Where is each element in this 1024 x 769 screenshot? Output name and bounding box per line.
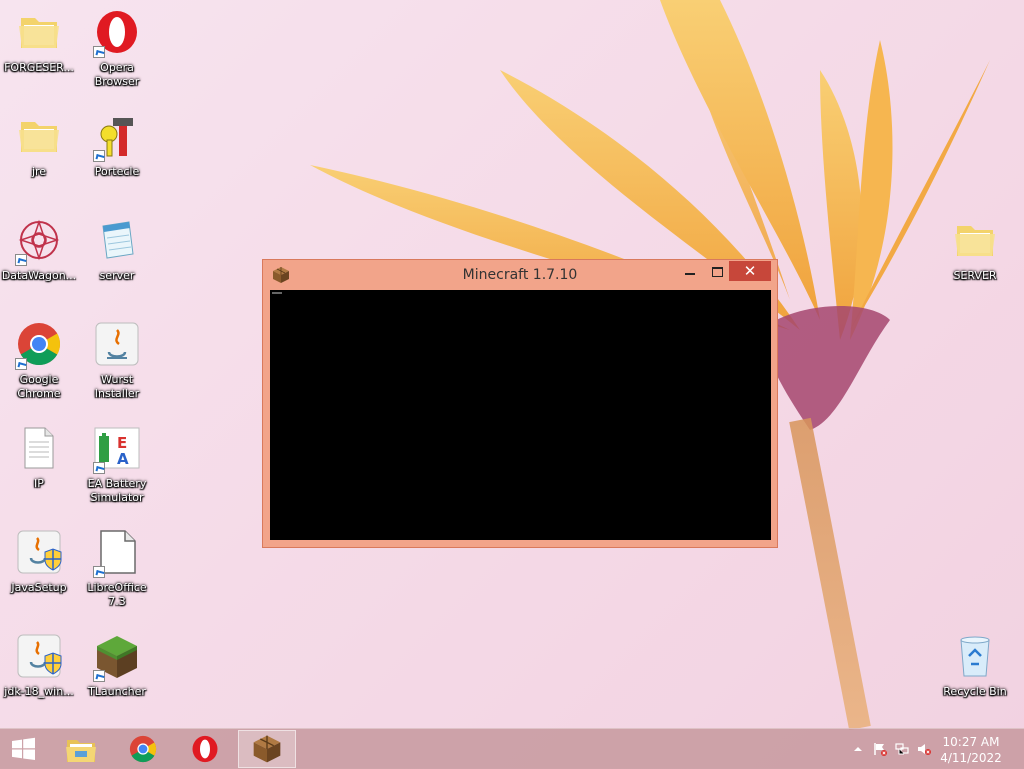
maximize-button[interactable] [703, 261, 731, 281]
system-tray: 10:27 AM 4/11/2022 [844, 729, 1024, 769]
taskbar-opera[interactable] [176, 730, 234, 768]
desktop-icon-datawagon[interactable]: DataWagon... [0, 210, 78, 306]
minimize-button[interactable] [675, 261, 703, 281]
clock-time: 10:27 AM [942, 735, 1000, 749]
volume-muted-icon[interactable] [916, 742, 932, 756]
game-viewport[interactable] [270, 290, 771, 540]
desktop-icon-label: SERVER [953, 269, 997, 282]
action-center-flag-icon[interactable] [872, 742, 888, 756]
close-icon: ✕ [743, 262, 757, 280]
taskbar: 10:27 AM 4/11/2022 [0, 728, 1024, 769]
show-hidden-icon[interactable] [850, 742, 866, 756]
windows-logo-icon[interactable] [6, 737, 40, 761]
desktop-icon-label: LibreOffice 7.3 [87, 581, 147, 608]
desktop-icon-ea-battery-simulator[interactable]: EA EA Battery Simulator [78, 418, 156, 514]
desktop-icon-ip[interactable]: IP [0, 418, 78, 514]
desktop-icon-wurst-installer[interactable]: Wurst Installer [78, 314, 156, 410]
shortcut-arrow-icon [93, 670, 105, 682]
clock-date: 4/11/2022 [940, 751, 1002, 765]
desktop-icon-label: FORGESER... [4, 61, 74, 74]
recycle-bin-icon [960, 636, 990, 677]
desktop-icon-libreoffice[interactable]: LibreOffice 7.3 [78, 522, 156, 618]
desktop-icon-recycle-bin[interactable]: Recycle Bin [936, 626, 1014, 722]
desktop-icon-label: Opera Browser [94, 61, 140, 88]
shortcut-arrow-icon [15, 358, 27, 370]
close-button[interactable]: ✕ [729, 261, 771, 281]
loading-indicator [272, 292, 282, 294]
notepad-icon [102, 221, 134, 259]
taskbar-minecraft[interactable] [238, 730, 296, 768]
desktop-icon-server-folder[interactable]: SERVER [936, 210, 1014, 306]
desktop-icon-jre[interactable]: jre [0, 106, 78, 202]
desktop-icon-label: EA Battery Simulator [87, 477, 147, 504]
java-setup-icon [17, 634, 62, 678]
desktop-icon-tlauncher[interactable]: TLauncher [78, 626, 156, 722]
taskbar-chrome[interactable] [114, 730, 172, 768]
folder-icon [955, 226, 995, 256]
svg-text:A: A [117, 450, 129, 468]
opera-icon [192, 735, 218, 763]
shortcut-arrow-icon [93, 46, 105, 58]
shortcut-arrow-icon [93, 462, 105, 474]
desktop-icon-label: Portecle [94, 165, 140, 178]
window-titlebar[interactable]: Minecraft 1.7.10 ✕ [263, 260, 777, 290]
java-icon [95, 322, 139, 366]
crafting-table-icon [253, 735, 281, 763]
desktop-icon-label: TLauncher [88, 685, 146, 698]
desktop-icon-label: Wurst Installer [94, 373, 140, 400]
desktop-icon-server[interactable]: server [78, 210, 156, 306]
java-setup-icon [17, 530, 62, 574]
minecraft-window[interactable]: Minecraft 1.7.10 ✕ [262, 259, 778, 548]
desktop-icon-javasetup[interactable]: JavaSetup [0, 522, 78, 618]
desktop-icon-forgeserver[interactable]: FORGESER... [0, 2, 78, 98]
desktop-icon-label: Recycle Bin [943, 685, 1007, 698]
folder-icon [19, 122, 59, 152]
folder-icon [19, 18, 59, 48]
file-explorer-icon [66, 740, 96, 762]
desktop-icon-label: jre [31, 165, 47, 178]
desktop-icon-portecle[interactable]: Portecle [78, 106, 156, 202]
desktop-icon-label: IP [34, 477, 44, 490]
shortcut-arrow-icon [93, 150, 105, 162]
desktop-icon-opera-browser[interactable]: Opera Browser [78, 2, 156, 98]
desktop-icon-label: Google Chrome [17, 373, 61, 400]
taskbar-clock[interactable]: 10:27 AM 4/11/2022 [936, 734, 1006, 766]
shortcut-arrow-icon [15, 254, 27, 266]
chrome-icon [129, 735, 157, 763]
shortcut-arrow-icon [93, 566, 105, 578]
desktop-icon-jdk-18[interactable]: jdk-18_win... [0, 626, 78, 722]
desktop-icon-label: server [99, 269, 135, 282]
network-icon[interactable] [894, 742, 910, 756]
desktop-icon-label: jdk-18_win... [4, 685, 74, 698]
desktop-icon-google-chrome[interactable]: Google Chrome [0, 314, 78, 410]
desktop-icon-label: JavaSetup [11, 581, 67, 594]
text-document-icon [24, 427, 54, 469]
desktop-icon-label: DataWagon... [1, 269, 77, 282]
taskbar-file-explorer[interactable] [52, 730, 110, 768]
